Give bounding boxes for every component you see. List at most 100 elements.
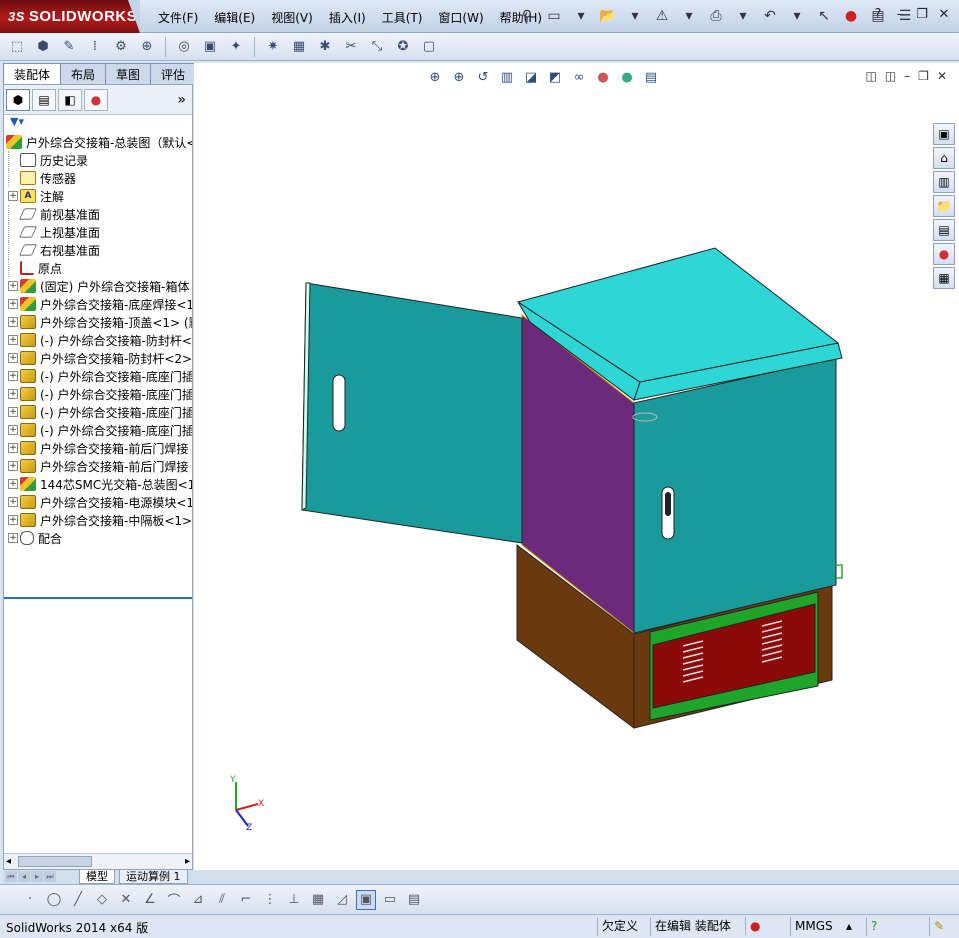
tree-item[interactable]: 右视基准面 <box>4 241 192 259</box>
tree-item[interactable]: + A 注解 <box>4 187 192 205</box>
design-library-icon[interactable]: ▥ <box>933 171 955 193</box>
tree-item[interactable]: + 户外综合交接箱-顶盖<1> (默 <box>4 313 192 331</box>
tree-item[interactable]: + (固定) 户外综合交接箱-箱体 <box>4 277 192 295</box>
tree-item[interactable]: +144芯SMC光交箱-总装图<1> <box>4 475 192 493</box>
line-icon[interactable]: ╱ <box>68 890 88 910</box>
shaded-view-icon[interactable]: ▣ <box>356 889 376 910</box>
cabinet-model-view[interactable]: Y X Z <box>194 63 959 870</box>
snapshot-icon[interactable]: ▢ <box>418 36 440 58</box>
assembly-icon[interactable]: ⬢ <box>32 36 54 58</box>
reference-geometry-icon[interactable]: ✦ <box>225 36 247 58</box>
tree-item[interactable]: + 户外综合交接箱-前后门焊接 <box>4 457 192 475</box>
menu-tools[interactable]: 工具(T) <box>374 9 431 26</box>
tree-item[interactable]: + (-) 户外综合交接箱-底座门插 <box>4 421 192 439</box>
select-cursor-icon[interactable]: ↖ <box>812 4 836 28</box>
help-status-icon[interactable]: ? <box>866 917 890 936</box>
expand-icon[interactable]: + <box>8 191 18 201</box>
menu-view[interactable]: 视图(V) <box>263 9 321 26</box>
tree-item[interactable]: + 户外综合交接箱-电源模块<1> <box>4 493 192 511</box>
angle-icon[interactable]: ∠ <box>140 890 160 910</box>
feature-tree-icon[interactable]: ⬢ <box>6 88 30 111</box>
tree-scrollbar[interactable]: ◂ ▸ <box>4 853 192 869</box>
dropdown-icon[interactable]: ▾ <box>677 4 701 28</box>
solidworks-resources-icon[interactable]: ▣ <box>933 123 955 145</box>
open-folder-icon[interactable]: 📂 <box>596 4 620 28</box>
expand-icon[interactable]: + <box>8 479 18 489</box>
expand-icon[interactable]: + <box>8 533 18 543</box>
expand-icon[interactable]: + <box>8 299 18 309</box>
display-manager-icon[interactable]: ● <box>84 88 108 111</box>
pin-icon[interactable]: ⚲ <box>515 4 539 28</box>
tree-item[interactable]: + (-) 户外综合交接箱-底座门插 <box>4 385 192 403</box>
scroll-right-icon[interactable]: ▸ <box>185 856 190 867</box>
expand-icon[interactable]: + <box>8 335 18 345</box>
smart-fasteners-icon[interactable]: ⚙ <box>110 36 132 58</box>
move-component-icon[interactable]: ⊕ <box>136 36 158 58</box>
custom-properties-icon[interactable]: ▦ <box>933 267 955 289</box>
mate-icon[interactable]: ✎ <box>58 36 80 58</box>
insert-component-icon[interactable]: ⬚ <box>6 36 28 58</box>
dropdown-icon[interactable]: ▾ <box>731 4 755 28</box>
wireframe-view-icon[interactable]: ▭ <box>380 890 400 910</box>
configuration-manager-icon[interactable]: ◧ <box>58 88 82 111</box>
expand-chevron-icon[interactable]: » <box>177 92 186 108</box>
minimize-icon[interactable]: – <box>891 6 909 24</box>
bill-of-materials-icon[interactable]: ▦ <box>288 36 310 58</box>
undo-icon[interactable]: ↶ <box>758 4 782 28</box>
tab-motion-study-1[interactable]: 运动算例 1 <box>119 870 188 884</box>
rebuild-icon[interactable]: ● <box>839 4 863 28</box>
dropdown-icon[interactable]: ▾ <box>569 4 593 28</box>
print-icon[interactable]: ⎙ <box>704 4 728 28</box>
offset-icon[interactable]: ⋮ <box>260 890 280 910</box>
tab-assembly[interactable]: 装配体 <box>3 63 62 85</box>
help-icon[interactable]: ? <box>869 6 887 24</box>
menu-file[interactable]: 文件(F) <box>150 9 206 26</box>
tree-root[interactable]: 户外综合交接箱-总装图（默认< <box>4 133 192 151</box>
tab-evaluate[interactable]: 评估 <box>150 63 197 85</box>
new-document-icon[interactable]: ▭ <box>542 4 566 28</box>
graphics-area[interactable]: ⊕ ⊕ ↺ ▥ ◪ ◩ ∞ ● ● ▤ ◫ ◫ – ❐ ✕ Y X Z ▣ ⌂ … <box>194 63 959 870</box>
interference-detection-icon[interactable]: ⤡ <box>366 36 388 58</box>
expand-icon[interactable]: + <box>8 281 18 291</box>
tree-item[interactable]: + 配合 <box>4 529 192 547</box>
assembly-features-icon[interactable]: ▣ <box>199 36 221 58</box>
instant3d-icon[interactable]: ✪ <box>392 36 414 58</box>
tab-model[interactable]: 模型 <box>79 870 115 884</box>
first-tab-icon[interactable]: ⏮ <box>5 871 17 882</box>
table-view-icon[interactable]: ▤ <box>404 890 424 910</box>
appearances-icon[interactable]: ● <box>933 243 955 265</box>
filter-icon[interactable]: ▼▾ <box>4 115 192 133</box>
tab-layout[interactable]: 布局 <box>60 63 107 85</box>
tree-item[interactable]: 传感器 <box>4 169 192 187</box>
rollback-bar[interactable] <box>4 597 192 599</box>
solidworks-logo[interactable]: 3S SOLIDWORKS <box>0 0 140 33</box>
tag-icon[interactable]: ✎ <box>929 917 953 936</box>
relation-icon[interactable]: ⊿ <box>188 890 208 910</box>
explode-line-sketch-icon[interactable]: ✂ <box>340 36 362 58</box>
expand-icon[interactable]: + <box>8 317 18 327</box>
dropdown-icon[interactable]: ▾ <box>623 4 647 28</box>
home-icon[interactable]: ⌂ <box>933 147 955 169</box>
exploded-view-icon[interactable]: ✱ <box>314 36 336 58</box>
view-palette-icon[interactable]: ▤ <box>933 219 955 241</box>
expand-icon[interactable]: + <box>8 425 18 435</box>
menu-insert[interactable]: 插入(I) <box>321 9 374 26</box>
tree-item[interactable]: + (-) 户外综合交接箱-底座门插 <box>4 367 192 385</box>
menu-edit[interactable]: 编辑(E) <box>206 9 263 26</box>
property-manager-icon[interactable]: ▤ <box>32 88 56 111</box>
tree-item[interactable]: 历史记录 <box>4 151 192 169</box>
units-arrow-icon[interactable]: ▴ <box>842 917 856 936</box>
last-tab-icon[interactable]: ⏭ <box>44 871 56 882</box>
trim-icon[interactable]: ✕ <box>116 890 136 910</box>
expand-icon[interactable]: + <box>8 371 18 381</box>
tree-item[interactable]: 原点 <box>4 259 192 277</box>
tree-item[interactable]: + (-) 户外综合交接箱-防封杆< <box>4 331 192 349</box>
mirror-icon[interactable]: ⫽ <box>212 890 232 910</box>
rebuild-status-icon[interactable]: ● <box>745 917 769 936</box>
expand-icon[interactable]: + <box>8 497 18 507</box>
restore-icon[interactable]: ❐ <box>913 6 931 24</box>
show-hidden-icon[interactable]: ◎ <box>173 36 195 58</box>
warning-icon[interactable]: ⚠ <box>650 4 674 28</box>
tree-item[interactable]: 上视基准面 <box>4 223 192 241</box>
scroll-thumb[interactable] <box>18 856 92 867</box>
